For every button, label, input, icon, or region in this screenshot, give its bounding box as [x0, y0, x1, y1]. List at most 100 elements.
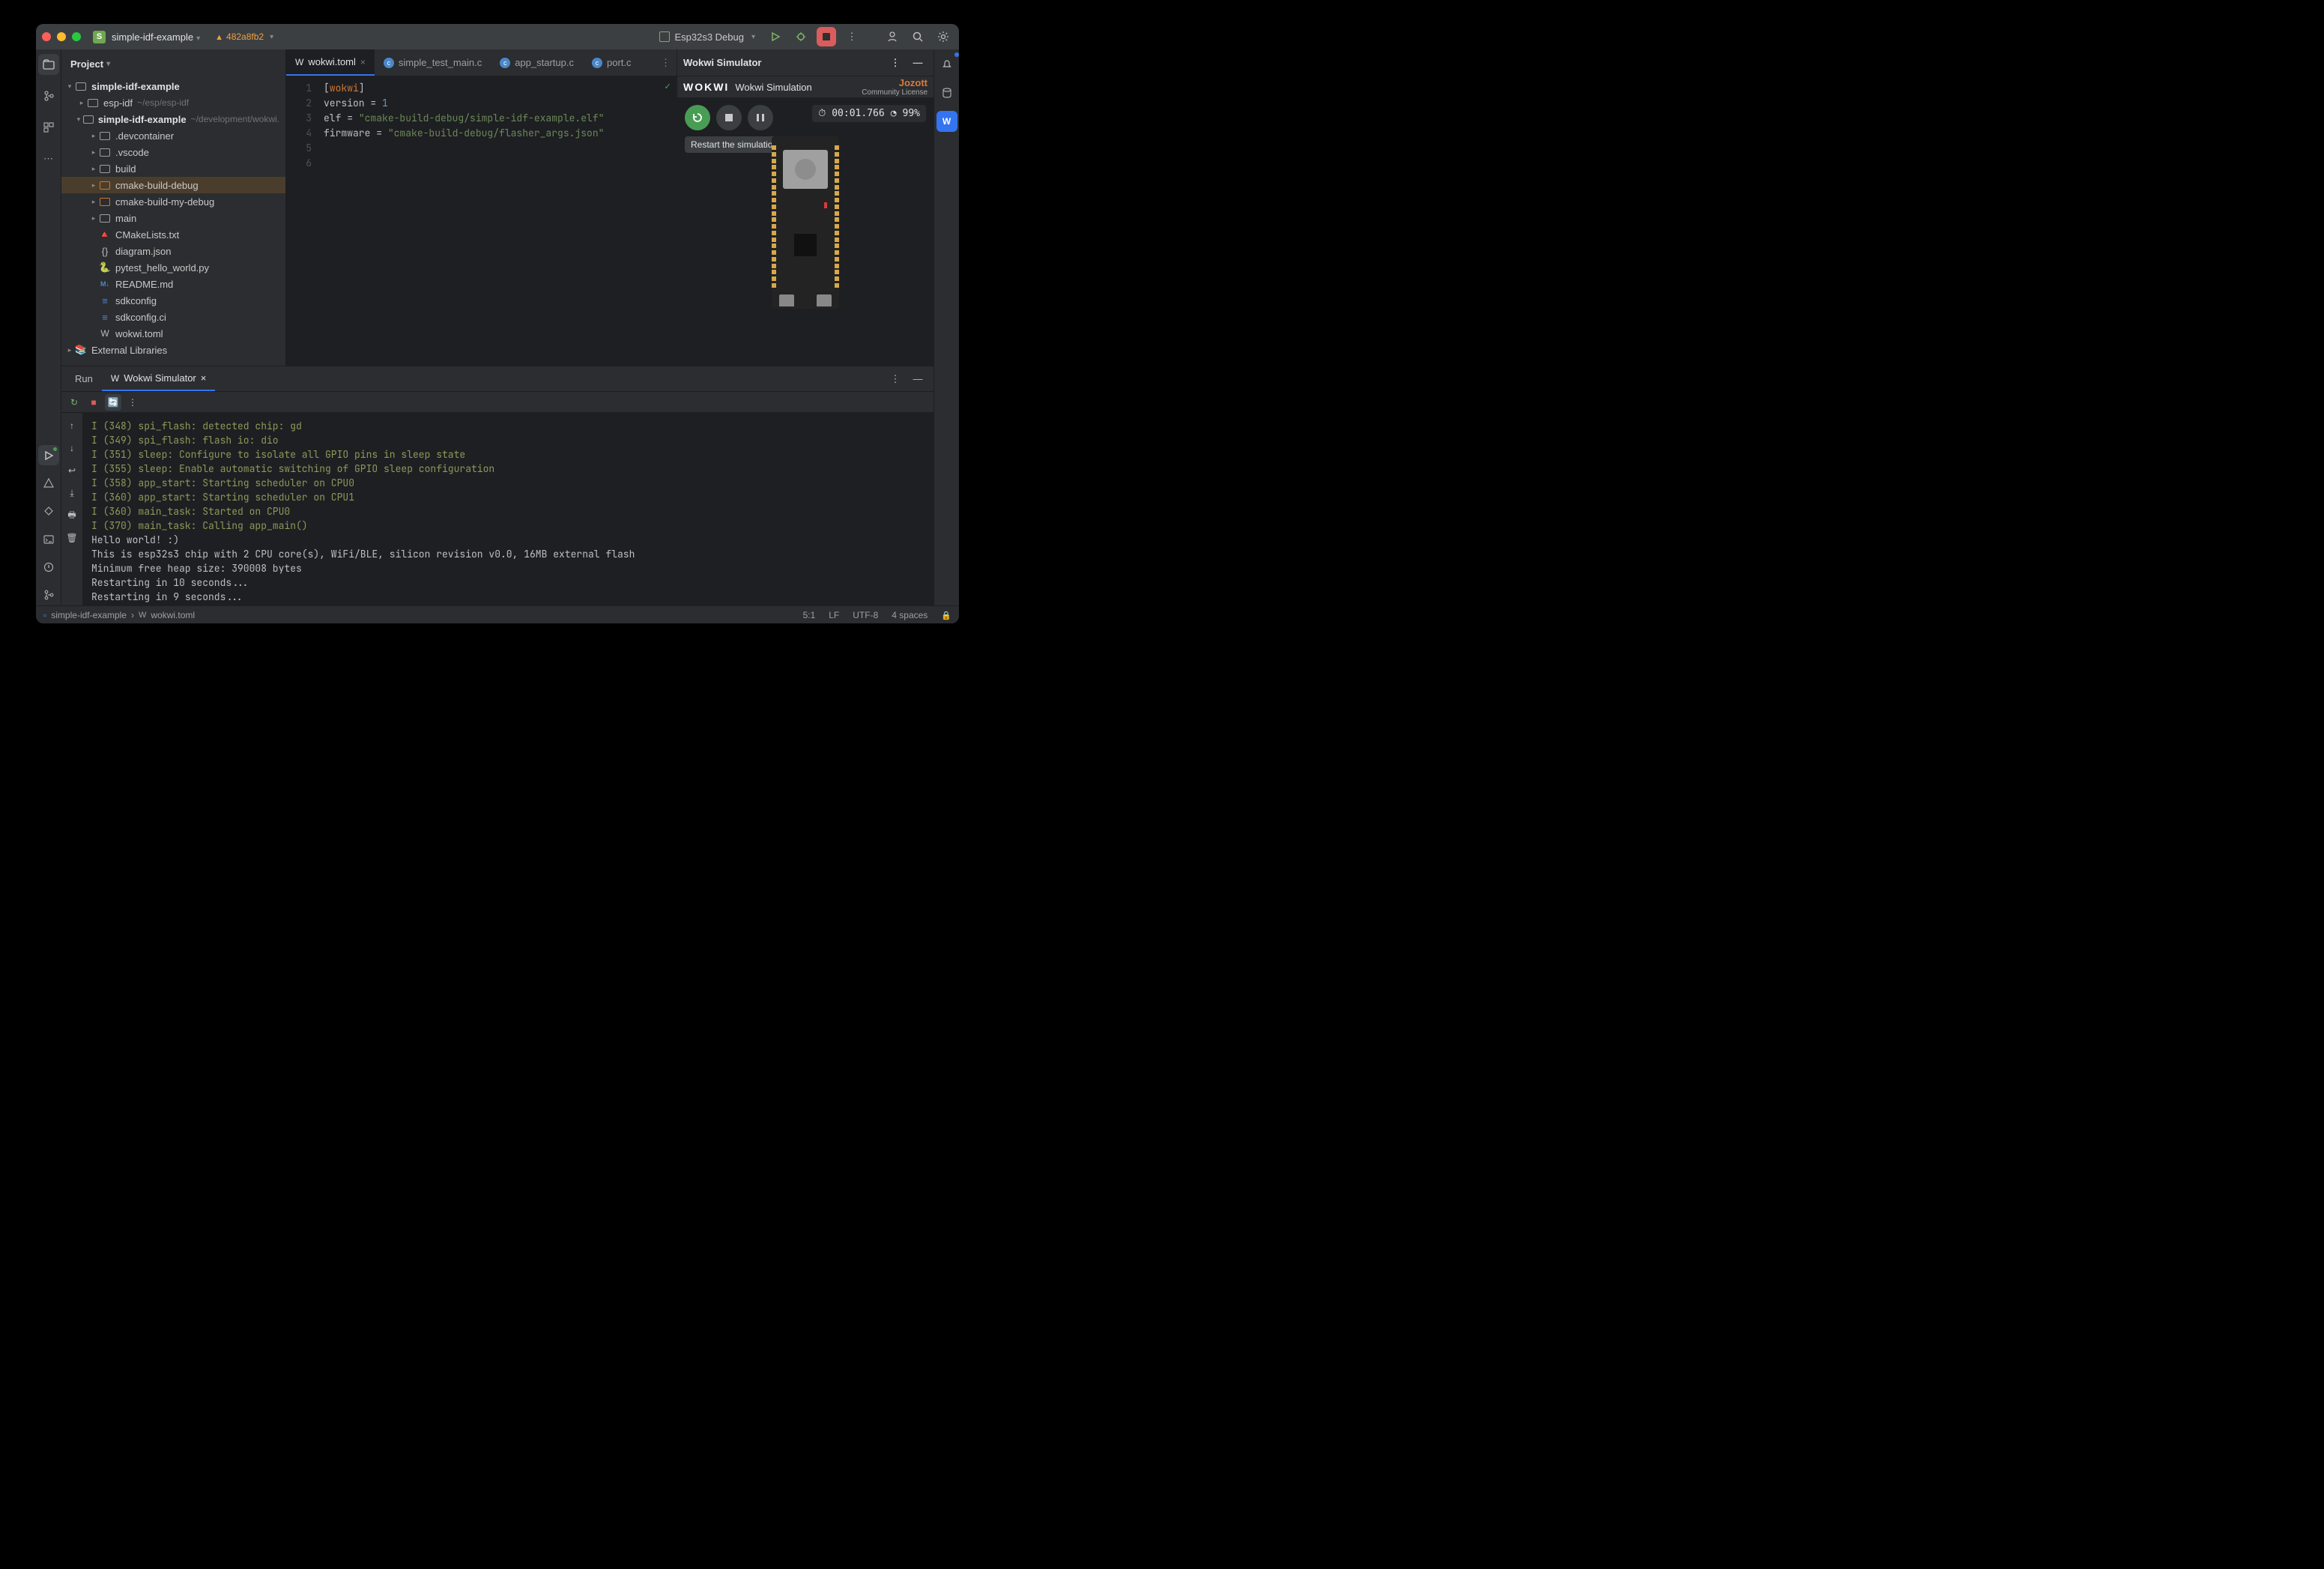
tab-wokwi-toml[interactable]: Wwokwi.toml× [286, 49, 375, 76]
line-separator[interactable]: LF [829, 610, 839, 620]
tab-app-startup[interactable]: capp_startup.c [491, 49, 583, 76]
minimize-window-icon[interactable] [57, 32, 66, 41]
wokwi-tool-icon[interactable]: W [936, 111, 957, 132]
pin-row-right [835, 145, 839, 288]
warning-icon [215, 31, 223, 42]
project-panel-header[interactable]: Project [61, 49, 285, 78]
console-output[interactable]: I (348) spi_flash: detected chip: gdI (3… [82, 413, 933, 605]
code-editor[interactable]: ✓ 123456 [wokwi] version = 1 elf = "cmak… [286, 76, 677, 366]
board-canvas[interactable] [772, 136, 839, 309]
stop-run-button[interactable]: ■ [85, 394, 102, 411]
close-tab-icon[interactable]: × [360, 57, 366, 67]
tree-cmakelists[interactable]: 🔺CMakeLists.txt [61, 226, 285, 243]
database-tool-icon[interactable] [936, 82, 957, 103]
titlebar: S simple-idf-example 482a8fb2 Esp32s3 De… [36, 24, 959, 49]
maximize-window-icon[interactable] [72, 32, 81, 41]
run-more-icon[interactable]: ⋮ [124, 394, 141, 411]
bottom-panel-options-icon[interactable]: ⋮ [886, 369, 905, 389]
stop-sim-button[interactable] [716, 105, 742, 130]
project-tool-icon[interactable] [38, 54, 59, 75]
git-tool-icon[interactable] [38, 585, 59, 605]
tree-devcontainer[interactable]: ▸.devcontainer [61, 127, 285, 144]
scroll-up-icon[interactable]: ↑ [64, 417, 80, 434]
print-icon[interactable]: 🖶 [64, 507, 80, 524]
tree-external-libs[interactable]: ▸📚External Libraries [61, 342, 285, 358]
terminal-tool-icon[interactable] [38, 529, 59, 549]
tree-readme[interactable]: M↓README.md [61, 276, 285, 292]
readonly-lock-icon[interactable] [941, 610, 951, 620]
wokwi-panel: Wokwi Simulator ⋮ — WOKWI Wokwi Simulati… [677, 49, 933, 366]
commit-tool-icon[interactable] [38, 85, 59, 106]
wokwi-topbar: WOKWI Wokwi Simulation Jozott Community … [677, 76, 933, 97]
tree-sdkconfig[interactable]: ≡sdkconfig [61, 292, 285, 309]
scroll-down-icon[interactable]: ↓ [64, 440, 80, 456]
tree-wokwi-toml[interactable]: Wwokwi.toml [61, 325, 285, 342]
tree-cmake-build-my-debug[interactable]: ▸cmake-build-my-debug [61, 193, 285, 210]
status-led [824, 202, 827, 208]
settings-icon[interactable] [933, 27, 953, 46]
cursor-position[interactable]: 5:1 [803, 610, 816, 620]
scroll-to-end-icon[interactable]: ⤓ [64, 485, 80, 501]
stop-button[interactable] [817, 27, 836, 46]
bottom-tabs: Run WWokwi Simulator× ⋮ — [61, 366, 933, 392]
tree-pytest[interactable]: 🐍pytest_hello_world.py [61, 259, 285, 276]
close-window-icon[interactable] [42, 32, 51, 41]
tab-overflow-icon[interactable]: ⋮ [655, 49, 677, 76]
project-badge: S [93, 31, 106, 43]
structure-tool-icon[interactable] [38, 117, 59, 138]
traffic-lights [42, 32, 81, 41]
project-tree[interactable]: ▾simple-idf-example ▸esp-idf~/esp/esp-id… [61, 78, 285, 366]
ide-window: S simple-idf-example 482a8fb2 Esp32s3 De… [36, 24, 959, 623]
line-gutter: 123456 [286, 76, 319, 366]
wokwi-toggle-button[interactable]: 🔄 [105, 394, 121, 411]
notifications-icon[interactable] [936, 54, 957, 75]
tree-esp-idf[interactable]: ▸esp-idf~/esp/esp-idf [61, 94, 285, 111]
tree-main[interactable]: ▸main [61, 210, 285, 226]
tab-simple-test-main[interactable]: csimple_test_main.c [375, 49, 491, 76]
tree-build[interactable]: ▸build [61, 160, 285, 177]
tab-port-c[interactable]: cport.c [583, 49, 641, 76]
debug-button[interactable] [791, 27, 811, 46]
indent-settings[interactable]: 4 spaces [892, 610, 928, 620]
run-config-selector[interactable]: Esp32s3 Debug [655, 31, 760, 43]
tree-module[interactable]: ▾simple-idf-example~/development/wokwi. [61, 111, 285, 127]
soft-wrap-icon[interactable]: ↩ [64, 462, 80, 479]
problems-tool-icon[interactable] [38, 473, 59, 493]
sim-meter: ⏱00:01.766 ◔99% [812, 105, 926, 122]
inspection-ok-icon[interactable]: ✓ [665, 79, 671, 92]
project-selector[interactable]: simple-idf-example [112, 31, 200, 43]
pause-sim-button[interactable] [748, 105, 773, 130]
usb-right [817, 294, 832, 306]
tab-wokwi-simulator[interactable]: WWokwi Simulator× [102, 366, 215, 391]
tree-sdkconfig-ci[interactable]: ≡sdkconfig.ci [61, 309, 285, 325]
tree-cmake-build-debug[interactable]: ▸cmake-build-debug [61, 177, 285, 193]
tab-run[interactable]: Run [66, 366, 102, 391]
vcs-branch-widget[interactable]: 482a8fb2 [215, 31, 273, 42]
restart-sim-button[interactable] [685, 105, 710, 130]
breadcrumb[interactable]: ▫ simple-idf-example › W wokwi.toml [43, 610, 195, 620]
tree-diagram-json[interactable]: {}diagram.json [61, 243, 285, 259]
code-with-me-icon[interactable] [883, 27, 902, 46]
search-everywhere-icon[interactable] [908, 27, 928, 46]
esp32-board[interactable] [772, 136, 839, 309]
sim-controls [685, 105, 773, 130]
services-tool-icon[interactable] [38, 501, 59, 522]
file-encoding[interactable]: UTF-8 [853, 610, 878, 620]
tree-vscode[interactable]: ▸.vscode [61, 144, 285, 160]
wokwi-panel-options-icon[interactable]: ⋮ [886, 53, 905, 73]
more-run-actions[interactable]: ⋮ [842, 27, 862, 46]
run-tool-icon[interactable] [38, 445, 59, 465]
wokwi-simulator-view[interactable]: WOKWI Wokwi Simulation Jozott Community … [677, 76, 933, 366]
code-content[interactable]: [wokwi] version = 1 elf = "cmake-build-d… [319, 76, 677, 366]
wokwi-user-badge[interactable]: Jozott Community License [862, 77, 928, 97]
close-tab-icon[interactable]: × [201, 372, 207, 384]
messages-tool-icon[interactable] [38, 557, 59, 577]
clear-console-icon[interactable]: 🗑 [64, 530, 80, 546]
run-button[interactable] [766, 27, 785, 46]
tree-root[interactable]: ▾simple-idf-example [61, 78, 285, 94]
wokwi-panel-minimize-icon[interactable]: — [908, 53, 928, 73]
stopwatch-icon: ⏱ [818, 108, 826, 119]
rerun-button[interactable]: ↻ [66, 394, 82, 411]
bottom-panel-minimize-icon[interactable]: — [908, 369, 928, 389]
more-tools-icon[interactable]: ⋯ [38, 148, 59, 169]
